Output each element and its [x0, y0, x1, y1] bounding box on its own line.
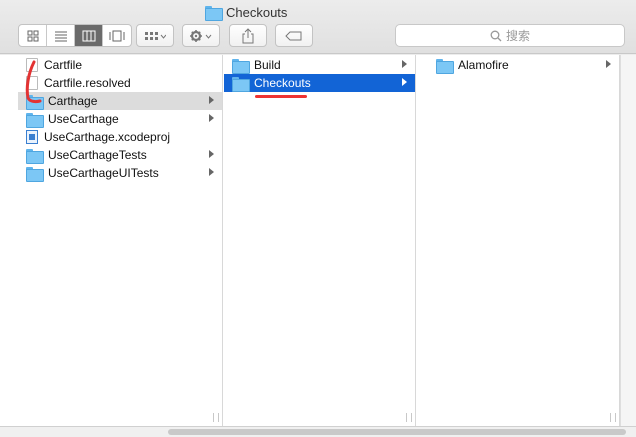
grid-icon — [145, 31, 166, 40]
right-scrollbar-track[interactable] — [620, 55, 636, 426]
list-item[interactable]: Cartfile.resolved — [18, 74, 222, 92]
folder-icon — [232, 58, 250, 74]
list-view-button[interactable] — [47, 25, 75, 46]
red-annotation-underline — [255, 95, 307, 98]
folder-icon — [26, 112, 44, 128]
folder-icon — [232, 76, 250, 92]
list-item-label: UseCarthageTests — [48, 148, 147, 162]
list-item[interactable]: UseCarthageUITests — [18, 164, 222, 182]
icon-view-button[interactable] — [19, 25, 47, 46]
list-item-label: Build — [254, 58, 281, 72]
gear-icon — [190, 29, 212, 42]
icon-view-icon — [27, 30, 38, 41]
red-annotation-curve — [25, 60, 42, 104]
search-icon — [490, 30, 502, 41]
search-field[interactable]: 搜索 — [395, 24, 625, 47]
list-view-icon — [54, 31, 67, 41]
tag-icon — [285, 31, 302, 40]
list-item[interactable]: UseCarthage.xcodeproj — [18, 128, 222, 146]
list-item[interactable]: Alamofire — [428, 56, 619, 74]
column-3: Alamofire — [428, 55, 620, 426]
disclosure-arrow-icon — [606, 60, 611, 68]
disclosure-arrow-icon — [209, 150, 214, 158]
list-item-label: UseCarthageUITests — [48, 166, 159, 180]
column-resize-handle[interactable] — [213, 413, 219, 422]
xcode-project-icon — [26, 130, 38, 144]
view-mode-segmented-control[interactable] — [18, 24, 132, 47]
toolbar: Checkouts 搜索 — [0, 0, 636, 54]
list-item-label: Cartfile.resolved — [44, 76, 131, 90]
list-item[interactable]: UseCarthageTests — [18, 146, 222, 164]
list-item-label: Alamofire — [458, 58, 509, 72]
gallery-view-icon — [109, 30, 125, 41]
folder-icon — [26, 148, 44, 164]
list-item[interactable]: Checkouts — [224, 74, 415, 92]
disclosure-arrow-icon — [402, 60, 407, 68]
list-item-label: Cartfile — [44, 58, 83, 72]
share-button[interactable] — [229, 24, 267, 47]
disclosure-arrow-icon — [209, 96, 214, 104]
disclosure-arrow-icon — [209, 114, 214, 122]
disclosure-arrow-icon — [209, 168, 214, 176]
column-view-icon — [82, 30, 95, 41]
gallery-view-button[interactable] — [103, 25, 131, 46]
list-item[interactable]: Carthage — [18, 92, 222, 110]
list-item-label: Carthage — [48, 94, 98, 108]
list-item-label: UseCarthage.xcodeproj — [44, 130, 171, 144]
tag-button[interactable] — [275, 24, 313, 47]
folder-icon — [436, 58, 454, 74]
share-icon — [242, 27, 254, 43]
search-placeholder: 搜索 — [505, 29, 530, 43]
window-title: Checkouts — [205, 4, 288, 21]
folder-icon — [205, 5, 223, 21]
disclosure-arrow-icon — [402, 78, 407, 86]
list-item[interactable]: Build — [224, 56, 415, 74]
action-button[interactable] — [182, 24, 220, 47]
finder-window: Checkouts 搜索 Cartfile Cartfile.resolved … — [0, 0, 636, 437]
folder-icon — [26, 166, 44, 182]
column-resize-handle[interactable] — [610, 413, 616, 422]
horizontal-scrollbar[interactable] — [0, 426, 636, 437]
list-item[interactable]: UseCarthage — [18, 110, 222, 128]
list-item-label: Checkouts — [254, 76, 311, 90]
window-title-label: Checkouts — [226, 4, 288, 20]
column-view-button[interactable] — [75, 25, 103, 46]
list-item[interactable]: Cartfile — [18, 56, 222, 74]
column-resize-handle[interactable] — [406, 413, 412, 422]
horizontal-scroll-thumb[interactable] — [168, 429, 626, 435]
column-1: Cartfile Cartfile.resolved Carthage UseCart… — [18, 55, 223, 426]
list-item-label: UseCarthage — [48, 112, 119, 126]
arrange-button[interactable] — [136, 24, 174, 47]
column-2: Build Checkouts — [224, 55, 416, 426]
column-browser: Cartfile Cartfile.resolved Carthage UseCart… — [0, 55, 636, 426]
